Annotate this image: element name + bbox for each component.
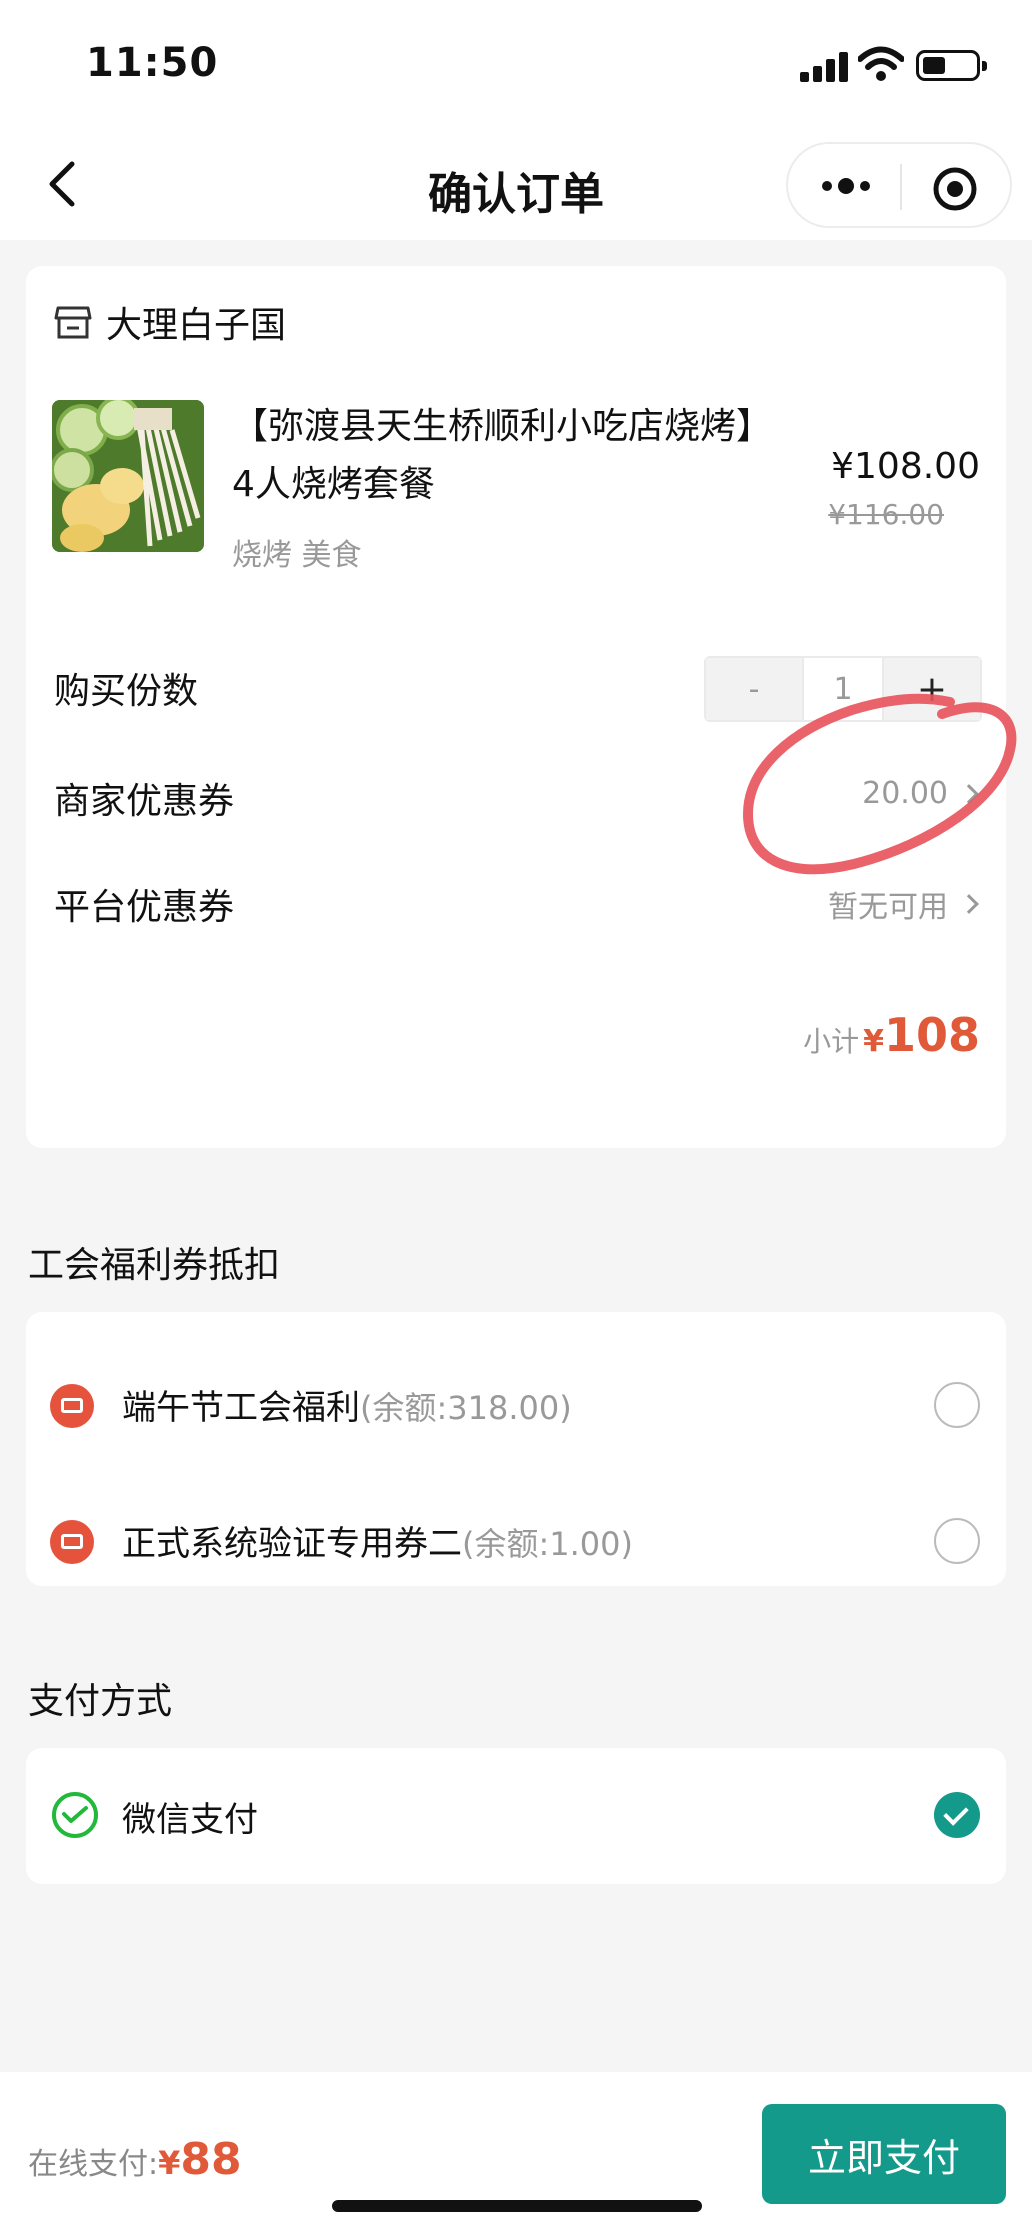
shop-name[interactable]: 大理白子国: [106, 296, 286, 348]
union-coupon-card: 端午节工会福利(余额:318.00) 正式系统验证专用券二(余额:1.00): [26, 1312, 1006, 1586]
more-icon[interactable]: [818, 166, 874, 206]
coupon-balance: (余额:318.00): [360, 1389, 572, 1427]
union-coupon-section-title: 工会福利券抵扣: [28, 1245, 281, 1286]
signal-icon: [800, 50, 848, 82]
order-confirm-page: 11:50 确认订单 大理白子国 【弥渡县天生桥顺利小吃店烧烤】4人烧烤套餐 烧…: [0, 0, 1032, 2235]
pay-now-button[interactable]: 立即支付: [762, 2104, 1006, 2204]
payment-section-title: 支付方式: [28, 1681, 173, 1722]
coupon-text: 正式系统验证专用券二(余额:1.00): [122, 1516, 633, 1565]
coupon-radio[interactable]: [934, 1382, 980, 1428]
coupon-name: 端午节工会福利: [122, 1388, 360, 1428]
subtotal-amount: 108: [883, 1008, 980, 1062]
total-price: 在线支付:¥88: [28, 2134, 242, 2185]
list-item[interactable]: 端午节工会福利(余额:318.00): [26, 1360, 1006, 1450]
product-original-price: ¥116.00: [828, 498, 944, 531]
total-amount: 88: [180, 2134, 242, 2185]
shop-icon: [54, 306, 92, 339]
wechat-pay-icon: [52, 1792, 98, 1838]
merchant-coupon-label: 商家优惠券: [54, 781, 235, 822]
checkmark-icon[interactable]: [934, 1792, 980, 1838]
total-currency: ¥: [158, 2144, 181, 2182]
subtotal: 小计 ¥ 108: [803, 1008, 980, 1062]
total-label: 在线支付:: [28, 2147, 159, 2182]
coupon-radio[interactable]: [934, 1518, 980, 1564]
wifi-icon: [858, 46, 904, 81]
quantity-label: 购买份数: [54, 671, 199, 712]
coupon-name: 正式系统验证专用券二: [122, 1524, 462, 1564]
payment-method-label: 微信支付: [122, 1800, 258, 1840]
subtotal-label: 小计: [803, 1025, 860, 1058]
product-price: ¥108.00: [831, 446, 980, 487]
platform-coupon-value: 暂无可用: [828, 890, 948, 925]
annotation-circle: [742, 693, 1017, 875]
mini-program-capsule: [786, 142, 1012, 228]
battery-icon: [916, 50, 987, 81]
close-program-icon[interactable]: [930, 164, 980, 214]
payment-method-card[interactable]: 微信支付: [26, 1748, 1006, 1884]
platform-coupon-label: 平台优惠券: [54, 887, 235, 928]
status-time: 11:50: [86, 40, 219, 86]
coupon-icon: [50, 1384, 94, 1428]
platform-coupon-selector[interactable]: 暂无可用: [828, 882, 980, 926]
product-title[interactable]: 【弥渡县天生桥顺利小吃店烧烤】4人烧烤套餐: [232, 398, 792, 514]
list-item[interactable]: 正式系统验证专用券二(余额:1.00): [26, 1496, 1006, 1586]
product-image[interactable]: [52, 400, 204, 552]
subtotal-currency: ¥: [863, 1024, 884, 1059]
home-indicator: [332, 2200, 702, 2212]
nav-bar: 确认订单: [0, 130, 1032, 240]
chevron-right-icon: [959, 894, 979, 914]
coupon-text: 端午节工会福利(余额:318.00): [122, 1380, 572, 1429]
product-tags: 烧烤 美食: [232, 538, 362, 573]
coupon-icon: [50, 1520, 94, 1564]
status-bar: 11:50: [0, 0, 1032, 130]
coupon-balance: (余额:1.00): [462, 1525, 634, 1563]
